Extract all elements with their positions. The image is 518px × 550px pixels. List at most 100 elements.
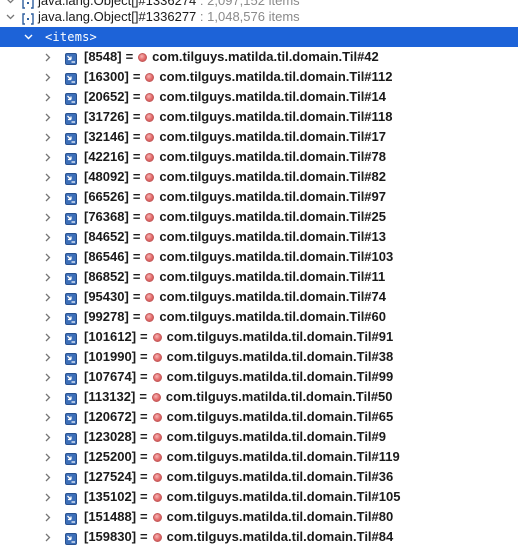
chevron-right-icon[interactable] — [42, 187, 54, 207]
chevron-right-icon[interactable] — [42, 127, 54, 147]
item-value: com.tilguys.matilda.til.domain.Til#97 — [159, 189, 386, 204]
equals-sign: = — [132, 189, 141, 204]
list-item[interactable]: [76368] = com.tilguys.matilda.til.domain.T… — [0, 207, 518, 227]
item-entry: [101612] = com.tilguys.matilda.til.domain.… — [84, 327, 393, 347]
list-item[interactable]: [101990] = com.tilguys.matilda.til.domain.… — [0, 347, 518, 367]
chevron-right-icon[interactable] — [42, 67, 54, 87]
chevron-down-icon[interactable] — [4, 7, 16, 27]
chevron-right-icon[interactable] — [42, 347, 54, 367]
list-item[interactable]: [123028] = com.tilguys.matilda.til.domain.… — [0, 427, 518, 447]
object-dot-icon — [145, 292, 155, 302]
list-item[interactable]: [120672] = com.tilguys.matilda.til.domain.… — [0, 407, 518, 427]
item-index: [113132] — [84, 389, 136, 404]
list-item[interactable]: [16300] = com.tilguys.matilda.til.domain.T… — [0, 67, 518, 87]
item-entry: [31726] = com.tilguys.matilda.til.domain.T… — [84, 107, 393, 127]
list-item[interactable]: [127524] = com.tilguys.matilda.til.domain.… — [0, 467, 518, 487]
item-entry: [125200] = com.tilguys.matilda.til.domain.… — [84, 447, 400, 467]
chevron-right-icon[interactable] — [42, 307, 54, 327]
equals-sign: = — [140, 349, 148, 364]
equals-sign: = — [132, 229, 141, 244]
object-dot-icon — [152, 412, 162, 422]
item-entry: [16300] = com.tilguys.matilda.til.domain.T… — [84, 67, 393, 87]
chevron-right-icon[interactable] — [42, 367, 54, 387]
chevron-right-icon[interactable] — [42, 167, 54, 187]
list-item[interactable]: [20652] = com.tilguys.matilda.til.domain.T… — [0, 87, 518, 107]
field-icon — [65, 491, 77, 505]
item-index: [48092] — [84, 169, 129, 184]
list-item[interactable]: [135102] = com.tilguys.matilda.til.domain.… — [0, 487, 518, 507]
item-index: [42216] — [84, 149, 129, 164]
object-dot-icon — [152, 452, 162, 462]
chevron-right-icon[interactable] — [42, 327, 54, 347]
equals-sign: = — [132, 169, 141, 184]
equals-sign: = — [132, 129, 141, 144]
list-item[interactable]: [101612] = com.tilguys.matilda.til.domain.… — [0, 327, 518, 347]
list-item[interactable]: [95430] = com.tilguys.matilda.til.domain.T… — [0, 287, 518, 307]
chevron-right-icon[interactable] — [42, 207, 54, 227]
list-item[interactable]: [8548] = com.tilguys.matilda.til.domain.Ti… — [0, 47, 518, 67]
tree-row-label: java.lang.Object[]#1336277 : 1,048,576 i… — [38, 7, 300, 27]
list-item[interactable]: [99278] = com.tilguys.matilda.til.domain.T… — [0, 307, 518, 327]
item-index: [101612] — [84, 329, 137, 344]
list-item[interactable]: [107674] = com.tilguys.matilda.til.domain.… — [0, 367, 518, 387]
item-index: [99278] — [84, 309, 129, 324]
item-value: com.tilguys.matilda.til.domain.Til#25 — [159, 209, 386, 224]
list-item[interactable]: [151488] = com.tilguys.matilda.til.domain.… — [0, 507, 518, 527]
item-entry: [127524] = com.tilguys.matilda.til.domain.… — [84, 467, 393, 487]
chevron-right-icon[interactable] — [42, 487, 54, 507]
item-value: com.tilguys.matilda.til.domain.Til#119 — [166, 449, 400, 464]
item-index: [101990] — [84, 349, 137, 364]
item-entry: [20652] = com.tilguys.matilda.til.domain.T… — [84, 87, 386, 107]
list-item[interactable]: [32146] = com.tilguys.matilda.til.domain.T… — [0, 127, 518, 147]
chevron-right-icon[interactable] — [42, 447, 54, 467]
chevron-right-icon[interactable] — [42, 387, 54, 407]
chevron-right-icon[interactable] — [42, 247, 54, 267]
chevron-right-icon[interactable] — [42, 47, 54, 67]
equals-sign: = — [132, 209, 141, 224]
list-item[interactable]: [48092] = com.tilguys.matilda.til.domain.T… — [0, 167, 518, 187]
chevron-right-icon[interactable] — [42, 147, 54, 167]
tree-row-object-array[interactable]: java.lang.Object[]#1336277 : 1,048,576 i… — [0, 7, 518, 27]
chevron-right-icon[interactable] — [42, 467, 54, 487]
item-value: com.tilguys.matilda.til.domain.Til#112 — [159, 69, 393, 84]
list-item[interactable]: [86852] = com.tilguys.matilda.til.domain.T… — [0, 267, 518, 287]
equals-sign: = — [132, 249, 141, 264]
object-dot-icon — [152, 532, 162, 542]
list-item[interactable]: [31726] = com.tilguys.matilda.til.domain.T… — [0, 107, 518, 127]
equals-sign: = — [140, 369, 148, 384]
chevron-right-icon[interactable] — [42, 427, 54, 447]
chevron-right-icon[interactable] — [42, 527, 54, 547]
chevron-right-icon[interactable] — [42, 87, 54, 107]
tree-row-items-group[interactable]: <items> — [0, 27, 518, 47]
chevron-right-icon[interactable] — [42, 507, 54, 527]
list-item[interactable]: [84652] = com.tilguys.matilda.til.domain.T… — [0, 227, 518, 247]
chevron-down-icon[interactable] — [22, 27, 34, 47]
item-count: 1,048,576 items — [207, 9, 300, 24]
item-value: com.tilguys.matilda.til.domain.Til#78 — [159, 149, 386, 164]
equals-sign: = — [140, 489, 148, 504]
chevron-right-icon[interactable] — [42, 227, 54, 247]
list-item[interactable]: [125200] = com.tilguys.matilda.til.domain.… — [0, 447, 518, 467]
chevron-right-icon[interactable] — [42, 407, 54, 427]
item-entry: [42216] = com.tilguys.matilda.til.domain.T… — [84, 147, 386, 167]
list-item[interactable]: [159830] = com.tilguys.matilda.til.domain.… — [0, 527, 518, 547]
item-index: [125200] — [84, 449, 137, 464]
chevron-right-icon[interactable] — [42, 267, 54, 287]
object-dot-icon — [138, 52, 148, 62]
list-item[interactable]: [42216] = com.tilguys.matilda.til.domain.T… — [0, 147, 518, 167]
item-value: com.tilguys.matilda.til.domain.Til#105 — [166, 489, 401, 504]
object-name: java.lang.Object[]#1336277 — [38, 9, 197, 24]
item-entry: [159830] = com.tilguys.matilda.til.domain.… — [84, 527, 393, 547]
item-value: com.tilguys.matilda.til.domain.Til#11 — [159, 269, 386, 284]
object-dot-icon — [145, 132, 155, 142]
equals-sign: = — [140, 529, 148, 544]
item-value: com.tilguys.matilda.til.domain.Til#60 — [159, 309, 386, 324]
equals-sign: = — [132, 69, 141, 84]
list-item[interactable]: [66526] = com.tilguys.matilda.til.domain.T… — [0, 187, 518, 207]
chevron-right-icon[interactable] — [42, 287, 54, 307]
chevron-right-icon[interactable] — [42, 107, 54, 127]
item-value: com.tilguys.matilda.til.domain.Til#17 — [159, 129, 386, 144]
debugger-variables-tree: java.lang.Object[]#1336274 : 2,097,152 i… — [0, 0, 518, 550]
list-item[interactable]: [86546] = com.tilguys.matilda.til.domain.T… — [0, 247, 518, 267]
list-item[interactable]: [113132] = com.tilguys.matilda.til.domain.… — [0, 387, 518, 407]
